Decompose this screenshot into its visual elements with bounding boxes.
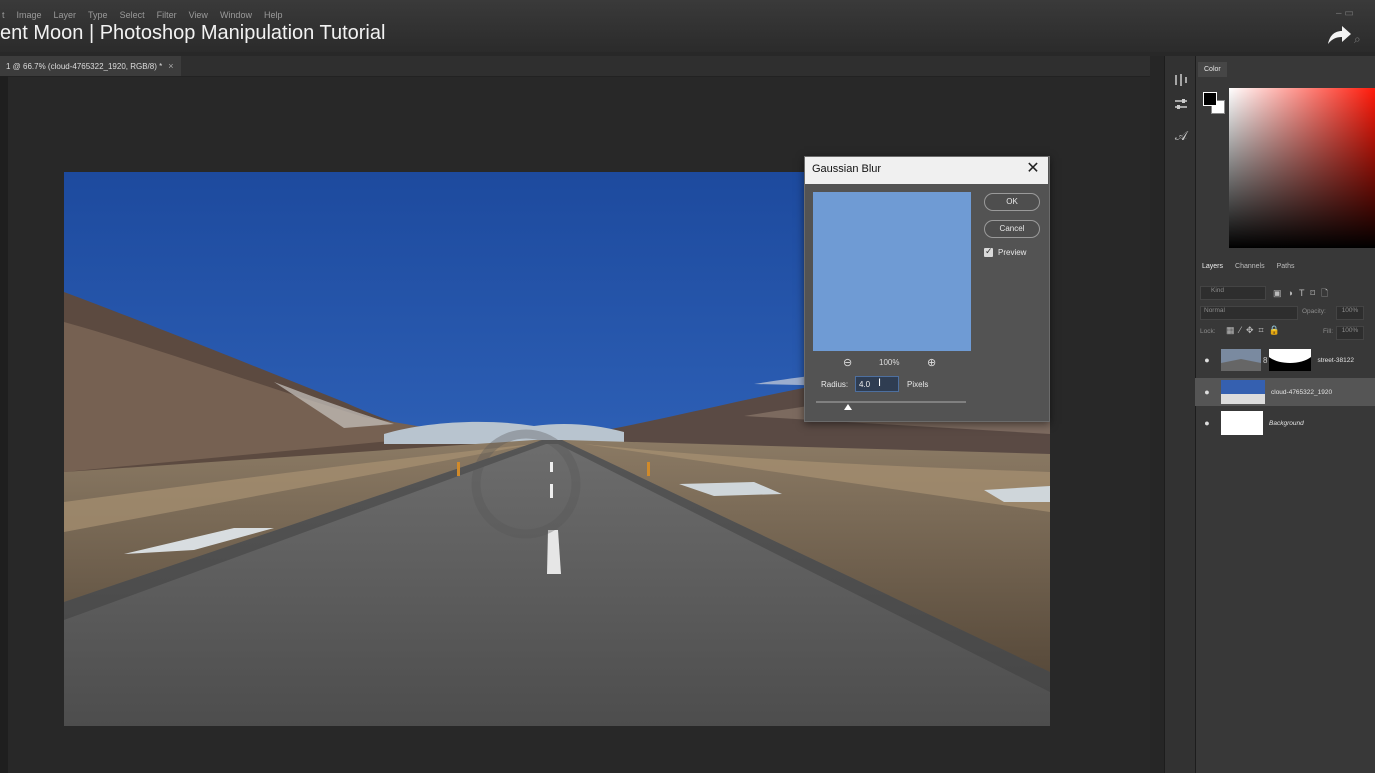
radius-label: Radius:	[821, 380, 849, 389]
layer-name: Background	[1269, 419, 1304, 427]
video-title-overlay: ent Moon | Photoshop Manipulation Tutori…	[0, 22, 386, 44]
layer-row[interactable]: ● Background	[1195, 409, 1375, 437]
layer-row[interactable]: ● 8 street-38122	[1195, 346, 1375, 374]
blend-mode-select[interactable]: Normal	[1200, 306, 1298, 320]
share-arrow-icon[interactable]	[1326, 24, 1352, 46]
layers-tab-bar: Layers Channels Paths	[1198, 257, 1375, 275]
layer-mask-thumbnail[interactable]	[1269, 349, 1312, 371]
tab-close-icon[interactable]: ×	[168, 61, 173, 71]
dialog-title: Gaussian Blur	[812, 163, 882, 175]
adjust-tool-icon[interactable]	[1173, 72, 1189, 88]
layer-name: street-38122	[1317, 356, 1354, 364]
zoom-out-icon[interactable]: ⊖	[843, 356, 852, 369]
blend-mode-value: Normal	[1204, 307, 1225, 314]
zoom-in-icon[interactable]: ⊕	[927, 356, 936, 369]
layer-thumbnail	[1221, 411, 1263, 435]
cancel-button[interactable]: Cancel	[984, 220, 1040, 238]
lock-label: Lock:	[1200, 328, 1216, 335]
tab-color[interactable]: Color	[1198, 62, 1227, 77]
tab-paths[interactable]: Paths	[1277, 263, 1295, 270]
radius-slider-thumb[interactable]	[844, 404, 852, 410]
glyphs-icon[interactable]: 𝒜	[1173, 128, 1189, 144]
eye-icon[interactable]: ●	[1199, 355, 1215, 365]
dialog-close-icon[interactable]: ✕	[1024, 158, 1042, 180]
tab-layers[interactable]: Layers	[1202, 263, 1223, 270]
layer-row-selected[interactable]: ● cloud-4765322_1920	[1195, 378, 1375, 406]
tab-channels[interactable]: Channels	[1235, 263, 1265, 270]
kind-filter[interactable]: Kind	[1200, 286, 1266, 300]
opacity-value[interactable]: 100%	[1336, 306, 1364, 320]
radius-slider-track[interactable]	[816, 401, 966, 403]
kind-placeholder: Kind	[1211, 287, 1225, 294]
radius-unit-label: Pixels	[907, 380, 929, 389]
search-icon[interactable]: ⌕	[1354, 32, 1361, 47]
fill-label: Fill:	[1323, 328, 1334, 335]
panel-icon-dock: 𝒜	[1164, 56, 1195, 773]
properties-sliders-icon[interactable]	[1173, 96, 1189, 112]
preview-label: Preview	[998, 248, 1027, 257]
eye-icon[interactable]: ●	[1199, 387, 1215, 397]
text-cursor-icon: I	[878, 377, 882, 389]
fill-value[interactable]: 100%	[1336, 326, 1364, 340]
checkmark-icon: ✓	[985, 246, 993, 256]
chain-link-icon[interactable]: 8	[1263, 356, 1267, 365]
radius-input[interactable]: 4.0	[855, 376, 899, 392]
document-tab[interactable]: 1 @ 66.7% (cloud-4765322_1920, RGB/8) * …	[0, 56, 182, 76]
zoom-level: 100%	[879, 358, 900, 367]
lock-icons[interactable]: ▦⁄✥⌗🔒	[1226, 325, 1285, 336]
window-controls[interactable]: – ▭	[1336, 8, 1354, 19]
color-picker-field[interactable]	[1229, 88, 1375, 248]
document-tab-label: 1 @ 66.7% (cloud-4765322_1920, RGB/8) *	[6, 61, 163, 71]
layer-filter-icons[interactable]: ▣◑T⌑🗋	[1273, 286, 1334, 302]
eye-icon[interactable]: ●	[1199, 418, 1215, 428]
ok-button[interactable]: OK	[984, 193, 1040, 211]
layer-thumbnail	[1221, 380, 1265, 404]
blur-preview-window[interactable]	[813, 192, 971, 351]
layer-name: cloud-4765322_1920	[1271, 388, 1333, 396]
opacity-label: Opacity:	[1302, 308, 1326, 315]
foreground-color-swatch[interactable]	[1203, 92, 1217, 106]
layer-thumbnail	[1221, 349, 1261, 371]
left-toolbar-edge	[0, 76, 8, 773]
panel-collapse-strip	[1150, 56, 1164, 773]
